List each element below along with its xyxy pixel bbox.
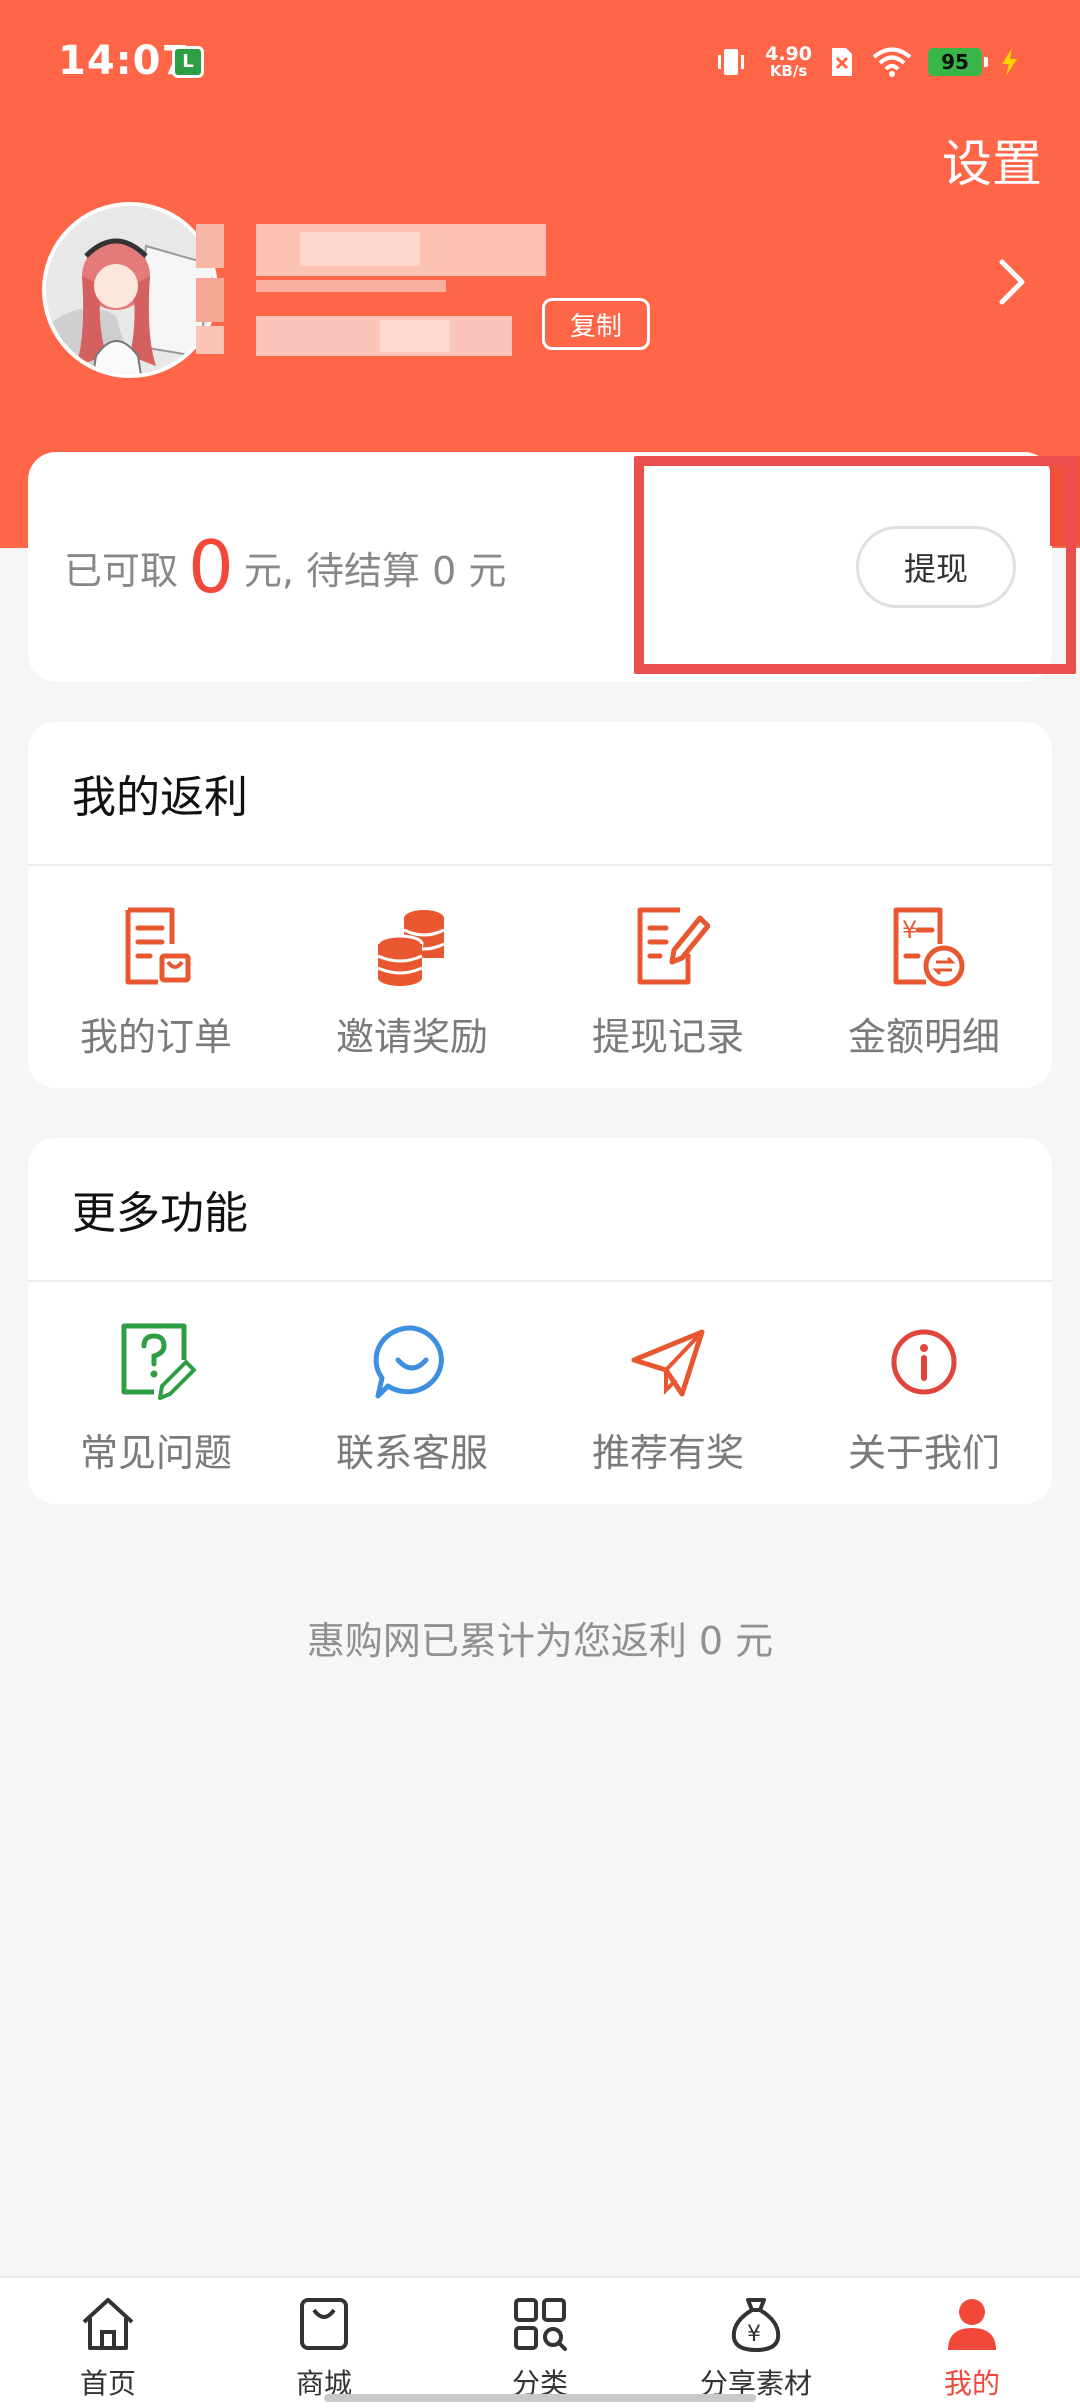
- user-icon: [940, 2292, 1004, 2356]
- coins-icon: [370, 904, 454, 988]
- status-bar: 14:07 L 4.90 KB/s 95: [0, 0, 1080, 120]
- more-functions-grid: 常见问题 联系客服 推荐有奖 关于我们: [28, 1282, 1052, 1504]
- home-indicator[interactable]: [324, 2394, 756, 2402]
- more-functions-section: 更多功能 常见问题 联系客服 推荐有奖 关于我们: [28, 1138, 1052, 1504]
- shopping-bag-icon: [292, 2292, 356, 2356]
- nav-mine[interactable]: 我的: [864, 2278, 1080, 2408]
- nav-home[interactable]: 首页: [0, 2278, 216, 2408]
- withdraw-record-icon: [626, 904, 710, 988]
- nav-category[interactable]: 分类: [432, 2278, 648, 2408]
- amount-detail-icon: ¥: [882, 904, 966, 988]
- blocked-notification-icon: [828, 46, 856, 78]
- svg-text:¥: ¥: [902, 916, 917, 944]
- faq-item[interactable]: 常见问题: [28, 1282, 284, 1504]
- referral-reward-label: 推荐有奖: [591, 1431, 744, 1475]
- status-icons: 4.90 KB/s 95: [713, 40, 1020, 84]
- more-functions-title: 更多功能: [28, 1138, 1052, 1282]
- invite-reward-item[interactable]: 邀请奖励: [284, 866, 540, 1088]
- svg-text:¥: ¥: [747, 2322, 761, 2347]
- status-time: 14:07: [58, 38, 191, 84]
- about-us-item[interactable]: 关于我们: [796, 1282, 1052, 1504]
- info-icon: [882, 1320, 966, 1404]
- withdraw-record-item[interactable]: 提现记录: [540, 866, 796, 1088]
- avatar[interactable]: [42, 202, 218, 378]
- net-speed-unit: KB/s: [769, 62, 808, 80]
- category-icon: [508, 2292, 572, 2356]
- app-screen: 14:07 L 4.90 KB/s 95 设置 复制 已可取 0 元, 待结算 …: [0, 0, 1080, 2408]
- amount-detail-item[interactable]: ¥ 金额明细: [796, 866, 1052, 1088]
- customer-service-label: 联系客服: [335, 1431, 488, 1475]
- faq-label: 常见问题: [79, 1431, 232, 1475]
- earnings-card: 已可取 0 元, 待结算 0 元 提现: [28, 452, 1052, 682]
- faq-icon: [114, 1320, 198, 1404]
- net-speed: 4.90 KB/s: [765, 45, 812, 79]
- amount-detail-label: 金额明细: [847, 1015, 1000, 1059]
- wifi-icon: [872, 46, 912, 78]
- money-bag-icon: ¥: [724, 2292, 788, 2356]
- copy-button[interactable]: 复制: [542, 298, 650, 350]
- paper-plane-icon: [626, 1320, 710, 1404]
- chevron-right-icon[interactable]: [992, 252, 1032, 316]
- nav-mall[interactable]: 商城: [216, 2278, 432, 2408]
- earnings-summary: 已可取 0 元, 待结算 0 元: [64, 452, 506, 682]
- nav-share-material[interactable]: ¥ 分享素材: [648, 2278, 864, 2408]
- rebate-section: 我的返利 我的订单 邀请奖励 提现记录 ¥ 金额明细: [28, 722, 1052, 1088]
- battery-level: 95: [928, 48, 988, 76]
- customer-service-icon: [370, 1320, 454, 1404]
- nav-home-label: 首页: [79, 2367, 136, 2400]
- customer-service-item[interactable]: 联系客服: [284, 1282, 540, 1504]
- my-orders-item[interactable]: 我的订单: [28, 866, 284, 1088]
- home-icon: [76, 2292, 140, 2356]
- rebate-section-title: 我的返利: [28, 722, 1052, 866]
- rebate-grid: 我的订单 邀请奖励 提现记录 ¥ 金额明细: [28, 866, 1052, 1088]
- my-orders-label: 我的订单: [79, 1015, 232, 1059]
- earnings-prefix: 已可取: [64, 548, 179, 593]
- settings-button[interactable]: 设置: [942, 124, 1042, 196]
- bottom-nav: 首页 商城 分类 ¥ 分享素材 我的: [0, 2276, 1080, 2408]
- order-icon: [114, 904, 198, 988]
- withdrawable-amount: 0: [188, 525, 234, 609]
- withdraw-button[interactable]: 提现: [856, 526, 1016, 608]
- nav-mine-label: 我的: [943, 2367, 1000, 2400]
- total-rebate-text: 惠购网已累计为您返利 0 元: [306, 1619, 774, 1663]
- charging-icon: [998, 46, 1020, 78]
- app-notification-icon: L: [172, 46, 204, 78]
- withdraw-record-label: 提现记录: [591, 1015, 744, 1059]
- vibrate-icon: [713, 44, 749, 80]
- referral-reward-item[interactable]: 推荐有奖: [540, 1282, 796, 1504]
- invite-reward-label: 邀请奖励: [335, 1015, 488, 1059]
- earnings-suffix: 元, 待结算 0 元: [243, 548, 507, 593]
- about-us-label: 关于我们: [847, 1431, 1000, 1475]
